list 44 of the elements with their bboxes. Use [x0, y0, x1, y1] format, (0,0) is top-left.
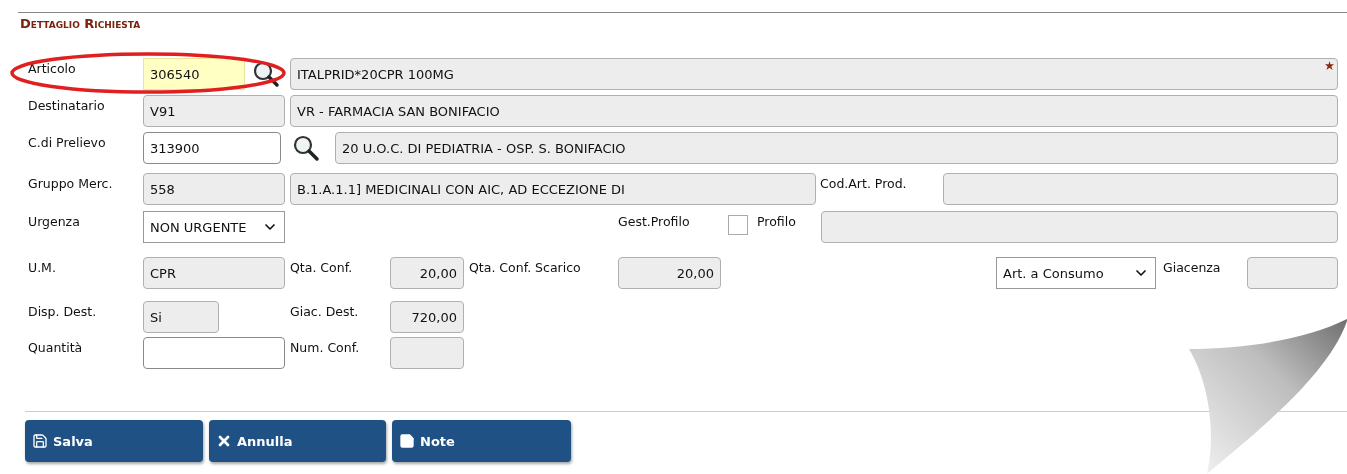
- field-label: Destinatario: [28, 97, 106, 113]
- pickup-code-field[interactable]: 313900: [143, 132, 281, 164]
- note-button[interactable]: Note: [392, 420, 571, 462]
- unit-field[interactable]: CPR: [143, 257, 285, 289]
- field-label: Disp. Dest.: [28, 303, 98, 319]
- group-code-field[interactable]: 558: [143, 173, 285, 205]
- pickup-description-field[interactable]: 20 U.O.C. DI PEDIATRIA - OSP. S. BONIFACIO: [335, 132, 1338, 164]
- field-label: Giac. Dest.: [290, 303, 360, 319]
- field-label: Quantità: [28, 339, 84, 355]
- field-label: Articolo: [28, 60, 77, 76]
- save-button[interactable]: Salva: [25, 420, 203, 462]
- article-type-dropdown[interactable]: Art. a Consumo: [996, 257, 1156, 289]
- urgency-dropdown[interactable]: NON URGENTE: [143, 211, 285, 243]
- field-label: Giacenza: [1163, 259, 1222, 275]
- section-title: Dettaglio Richiesta: [20, 16, 142, 33]
- quantity-field[interactable]: [143, 337, 285, 369]
- cancel-button[interactable]: Annulla: [209, 420, 386, 462]
- field-label: Urgenza: [28, 213, 81, 229]
- profile-checkbox[interactable]: [728, 215, 748, 235]
- destination-stock-field[interactable]: 720,00: [390, 301, 464, 333]
- profile-field[interactable]: [821, 211, 1338, 243]
- stock-field[interactable]: [1247, 257, 1338, 289]
- article-description-field[interactable]: ITALPRID*20CPR 100MG: [290, 58, 1338, 90]
- field-label: Num. Conf.: [290, 339, 361, 355]
- field-label: Gest.Profilo: [618, 213, 691, 229]
- availability-field[interactable]: Si: [143, 301, 219, 333]
- field-label: U.M.: [28, 259, 57, 275]
- search-icon[interactable]: [292, 134, 320, 162]
- field-label: Profilo: [757, 213, 797, 229]
- close-icon: [216, 433, 232, 449]
- field-label: Qta. Conf. Scarico: [469, 259, 582, 275]
- field-label: Cod.Art. Prod.: [820, 175, 908, 191]
- recipient-code-field[interactable]: V91: [143, 95, 285, 127]
- article-code-field[interactable]: 306540: [143, 58, 245, 90]
- field-label: C.di Prelievo: [28, 134, 107, 150]
- pack-quantity-field[interactable]: 20,00: [390, 257, 464, 289]
- group-description-field[interactable]: B.1.A.1.1] MEDICINALI CON AIC, AD ECCEZIONE DI: [290, 173, 816, 205]
- field-label: Qta. Conf.: [290, 259, 354, 275]
- unload-quantity-field[interactable]: 20,00: [618, 257, 721, 289]
- recipient-description-field[interactable]: VR - FARMACIA SAN BONIFACIO: [290, 95, 1338, 127]
- product-code-field[interactable]: [943, 173, 1338, 205]
- note-icon: [399, 433, 415, 449]
- pack-count-field[interactable]: [390, 337, 464, 369]
- field-label: Gruppo Merc.: [28, 175, 114, 191]
